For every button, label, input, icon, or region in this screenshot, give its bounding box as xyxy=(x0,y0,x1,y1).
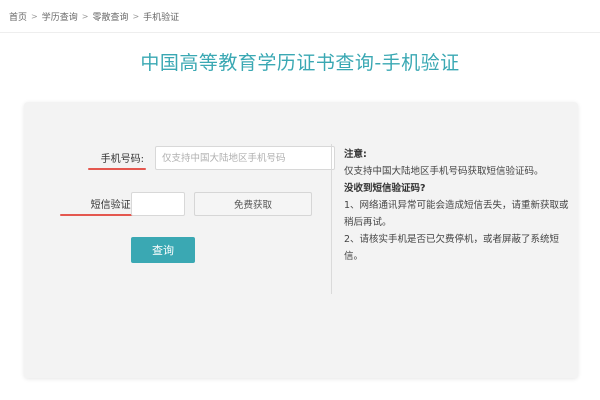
breadcrumb-item-degree-query[interactable]: 学历查询 xyxy=(42,10,78,23)
notes-item-1: 1、网络通讯异常可能会造成短信丢失，请重新获取或稍后再试。 xyxy=(344,200,569,228)
phone-input[interactable] xyxy=(155,146,335,170)
notes-divider xyxy=(331,144,332,294)
phone-label-underline xyxy=(88,168,146,170)
notes-item-2: 2、请核实手机是否已欠费停机，或者屏蔽了系统短信。 xyxy=(344,234,560,262)
header-divider xyxy=(0,32,600,33)
breadcrumb-separator: > xyxy=(132,12,140,21)
notes-line: 仅支持中国大陆地区手机号码获取短信验证码。 xyxy=(344,166,544,177)
breadcrumb-item-home[interactable]: 首页 xyxy=(9,10,27,23)
breadcrumb-separator: > xyxy=(31,12,38,21)
notes-panel: 注意: 仅支持中国大陆地区手机号码获取短信验证码。 没收到短信验证码? 1、网络… xyxy=(344,146,569,265)
notes-heading: 注意: xyxy=(344,149,367,160)
verification-panel: 手机号码: 短信验证码: 免费获取 查询 注意: 仅支持中国大陆地区手机号码获取… xyxy=(24,102,578,378)
breadcrumb: 首页 > 学历查询 > 零散查询 > 手机验证 xyxy=(9,10,179,23)
phone-label: 手机号码: xyxy=(100,154,144,165)
breadcrumb-item-current: 手机验证 xyxy=(143,13,180,23)
breadcrumb-separator: > xyxy=(81,12,89,21)
get-sms-code-button[interactable]: 免费获取 xyxy=(194,192,312,216)
notes-heading-sms: 没收到短信验证码? xyxy=(344,183,426,194)
query-button[interactable]: 查询 xyxy=(131,237,195,263)
phone-label-wrapper: 手机号码: xyxy=(74,150,146,170)
breadcrumb-item-single-query[interactable]: 零散查询 xyxy=(92,10,128,23)
sms-code-input[interactable] xyxy=(131,192,185,216)
page-title: 中国高等教育学历证书查询-手机验证 xyxy=(140,52,460,74)
